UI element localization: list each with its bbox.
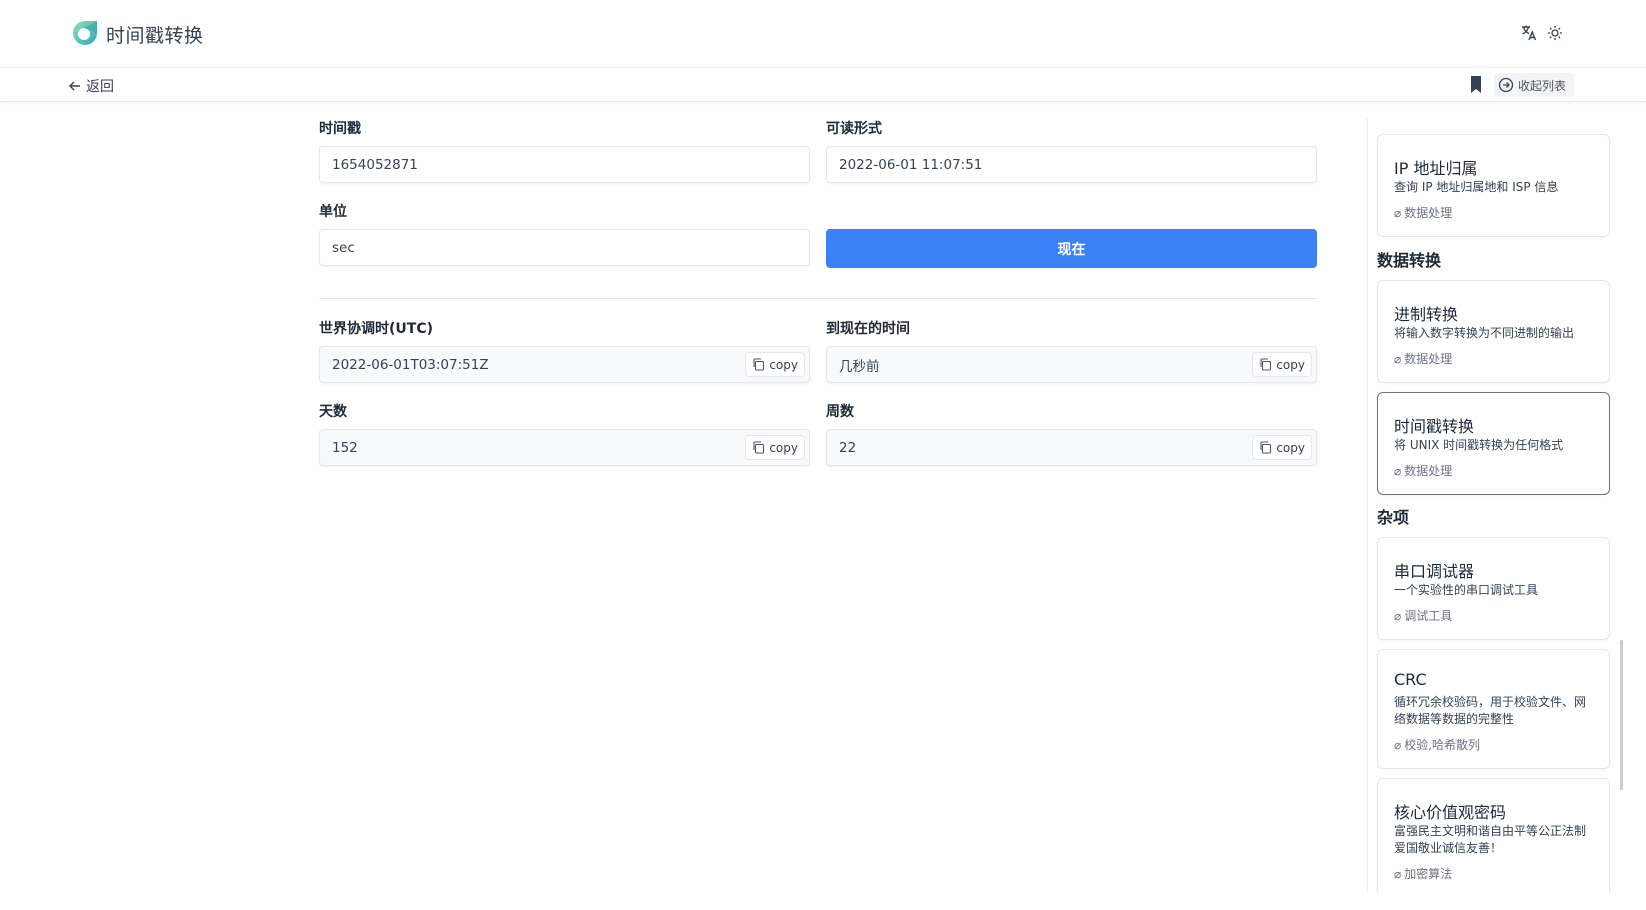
days-value: 152 <box>332 439 358 456</box>
sidebar-scrollbar[interactable] <box>1620 640 1623 790</box>
copy-icon <box>1260 441 1272 454</box>
timestamp-input[interactable] <box>332 156 797 173</box>
tool-card-timestamp[interactable]: 时间戳转换 将 UNIX 时间戳转换为任何格式 ⌀ 数据处理 <box>1377 392 1610 495</box>
card-tag-label: 校验,哈希散列 <box>1404 738 1481 752</box>
copy-label: copy <box>1276 440 1305 455</box>
top-header: 时间戳转换 <box>0 0 1646 68</box>
circle-arrow-right-icon <box>1498 77 1514 93</box>
section-heading-data: 数据转换 <box>1377 251 1442 270</box>
app-logo-icon[interactable] <box>72 20 98 46</box>
readable-field[interactable] <box>826 146 1317 183</box>
tag-icon: ⌀ <box>1394 866 1402 881</box>
card-tag-label: 加密算法 <box>1404 867 1453 881</box>
card-desc: 富强民主文明和谐自由平等公正法制爱国敬业诚信友善！ <box>1394 824 1587 855</box>
utc-field[interactable]: 2022-06-01T03:07:51Z copy <box>319 346 810 383</box>
card-tag: ⌀ 数据处理 <box>1394 350 1452 367</box>
back-label: 返回 <box>86 79 114 95</box>
weeks-field[interactable]: 22 copy <box>826 429 1317 466</box>
utc-value: 2022-06-01T03:07:51Z <box>332 356 489 373</box>
now-button[interactable]: 现在 <box>826 229 1317 268</box>
copy-days-button[interactable]: copy <box>745 435 805 460</box>
copy-label: copy <box>769 357 798 372</box>
card-desc: 一个实验性的串口调试工具 <box>1394 583 1539 597</box>
readable-input[interactable] <box>839 156 1304 173</box>
tool-card-ip[interactable]: IP 地址归属 查询 IP 地址归属地和 ISP 信息 ⌀ 数据处理 <box>1377 134 1610 237</box>
sun-icon[interactable] <box>1544 22 1566 44</box>
card-tag-label: 调试工具 <box>1404 609 1453 623</box>
days-label: 天数 <box>319 404 347 420</box>
tag-icon: ⌀ <box>1394 608 1402 623</box>
sub-toolbar: 返回 收起列表 <box>0 68 1646 102</box>
card-tag: ⌀ 加密算法 <box>1394 865 1452 882</box>
card-tag-label: 数据处理 <box>1404 464 1453 478</box>
tag-icon: ⌀ <box>1394 737 1402 752</box>
since-field[interactable]: 几秒前 copy <box>826 346 1317 383</box>
tag-icon: ⌀ <box>1394 205 1402 220</box>
translate-icon[interactable] <box>1518 22 1540 44</box>
card-title: 核心价值观密码 <box>1394 803 1507 822</box>
card-tag-label: 数据处理 <box>1404 352 1453 366</box>
section-heading-misc: 杂项 <box>1377 508 1410 527</box>
copy-utc-button[interactable]: copy <box>745 352 805 377</box>
app-title: 时间戳转换 <box>106 25 204 47</box>
arrow-left-icon <box>69 81 80 91</box>
card-tag-label: 数据处理 <box>1404 206 1453 220</box>
copy-label: copy <box>769 440 798 455</box>
tool-card-base-convert[interactable]: 进制转换 将输入数字转换为不同进制的输出 ⌀ 数据处理 <box>1377 280 1610 383</box>
readable-label: 可读形式 <box>826 121 882 137</box>
unit-label: 单位 <box>319 204 347 220</box>
card-title: IP 地址归属 <box>1394 159 1478 178</box>
card-desc: 循环冗余校验码，用于校验文件、网络数据等数据的完整性 <box>1394 695 1587 726</box>
card-title: 时间戳转换 <box>1394 417 1475 436</box>
copy-weeks-button[interactable]: copy <box>1252 435 1312 460</box>
timestamp-field[interactable] <box>319 146 810 183</box>
unit-selected-value: sec <box>332 239 355 256</box>
card-desc: 查询 IP 地址归属地和 ISP 信息 <box>1394 180 1559 194</box>
copy-icon <box>753 441 765 454</box>
days-field[interactable]: 152 copy <box>319 429 810 466</box>
card-tag: ⌀ 调试工具 <box>1394 607 1452 624</box>
card-title: 串口调试器 <box>1394 562 1475 581</box>
collapse-list-button[interactable]: 收起列表 <box>1494 73 1575 97</box>
weeks-value: 22 <box>839 439 857 456</box>
tool-card-core-values[interactable]: 核心价值观密码 富强民主文明和谐自由平等公正法制爱国敬业诚信友善！ ⌀ 加密算法 <box>1377 778 1610 893</box>
tools-sidebar[interactable]: IP 地址归属 查询 IP 地址归属地和 ISP 信息 ⌀ 数据处理 数据转换 … <box>1367 118 1621 893</box>
card-tag: ⌀ 数据处理 <box>1394 462 1452 479</box>
bookmark-icon[interactable] <box>1468 75 1484 95</box>
copy-label: copy <box>1276 357 1305 372</box>
since-label: 到现在的时间 <box>826 321 910 337</box>
tool-card-serial[interactable]: 串口调试器 一个实验性的串口调试工具 ⌀ 调试工具 <box>1377 537 1610 640</box>
card-desc: 将输入数字转换为不同进制的输出 <box>1394 326 1575 340</box>
copy-since-button[interactable]: copy <box>1252 352 1312 377</box>
unit-select[interactable]: sec <box>319 229 810 266</box>
collapse-list-label: 收起列表 <box>1518 78 1567 93</box>
card-tag: ⌀ 数据处理 <box>1394 204 1452 221</box>
card-desc: 将 UNIX 时间戳转换为任何格式 <box>1394 438 1564 452</box>
card-tag: ⌀ 校验,哈希散列 <box>1394 736 1480 753</box>
tool-card-crc[interactable]: CRC 循环冗余校验码，用于校验文件、网络数据等数据的完整性 ⌀ 校验,哈希散列 <box>1377 649 1610 769</box>
tag-icon: ⌀ <box>1394 463 1402 478</box>
copy-icon <box>753 358 765 371</box>
copy-icon <box>1260 358 1272 371</box>
section-divider <box>319 298 1317 299</box>
card-title: 进制转换 <box>1394 305 1459 324</box>
weeks-label: 周数 <box>826 404 854 420</box>
utc-label: 世界协调时(UTC) <box>319 321 433 337</box>
since-value: 几秒前 <box>839 358 880 375</box>
back-button[interactable]: 返回 <box>68 76 114 96</box>
tag-icon: ⌀ <box>1394 351 1402 366</box>
card-title: CRC <box>1394 670 1427 689</box>
timestamp-label: 时间戳 <box>319 121 361 137</box>
